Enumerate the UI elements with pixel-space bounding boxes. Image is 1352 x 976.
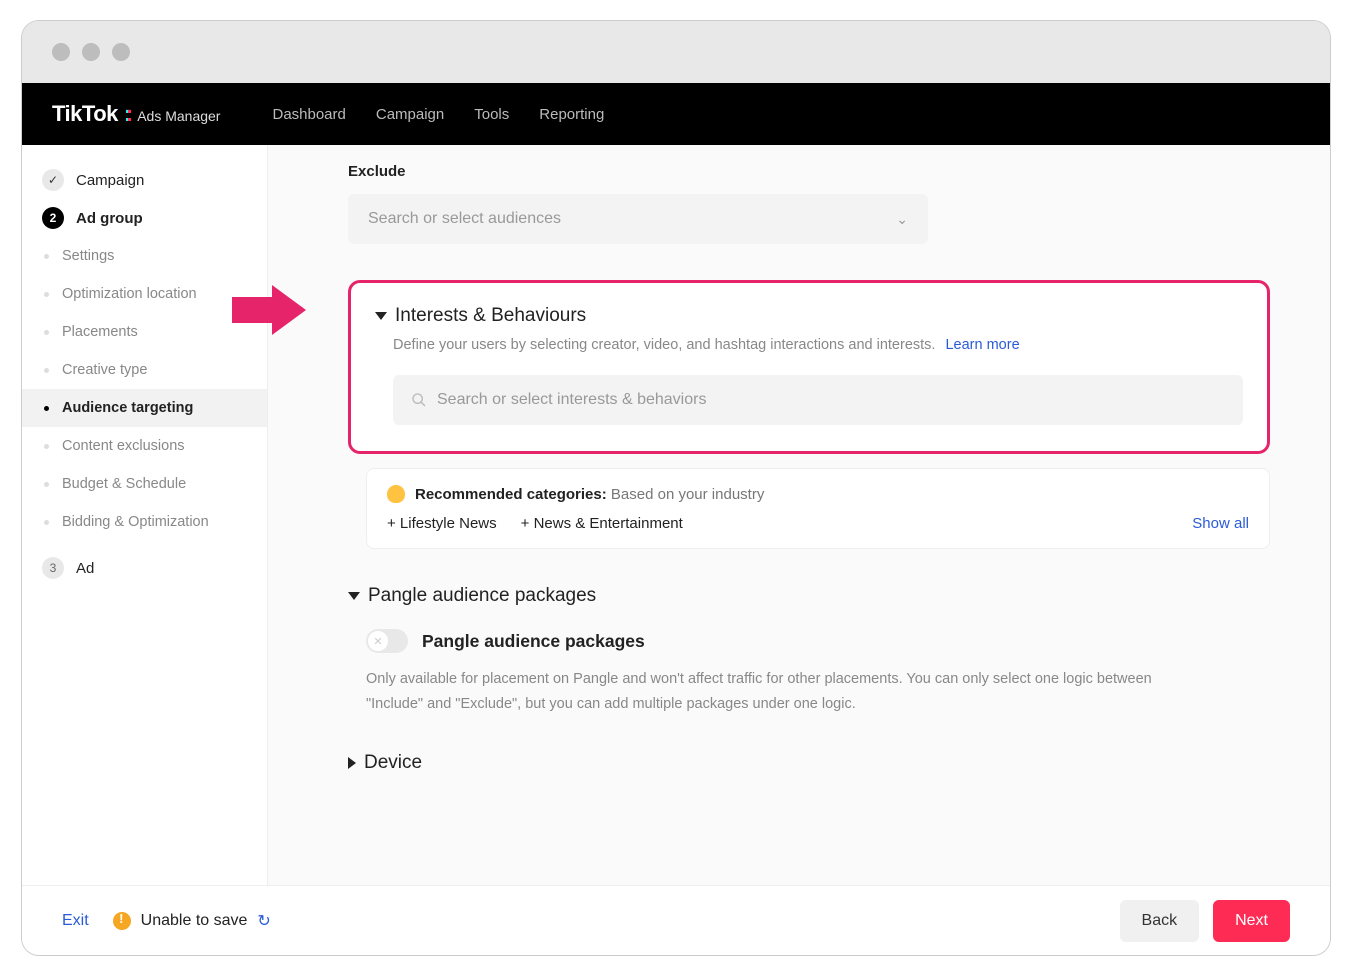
- learn-more-link[interactable]: Learn more: [945, 337, 1019, 353]
- brand-name: TikTok: [52, 101, 118, 127]
- exclude-section: Exclude Search or select audiences ⌄: [348, 163, 1270, 244]
- footer-bar: Exit Unable to save ↻ Back Next: [22, 885, 1330, 955]
- brand: TikTok: Ads Manager: [52, 101, 220, 127]
- step-campaign[interactable]: ✓ Campaign: [22, 161, 267, 199]
- toggle-label: Pangle audience packages: [422, 631, 645, 652]
- sidebar-item-creative-type[interactable]: Creative type: [22, 351, 267, 389]
- pangle-toggle[interactable]: ✕: [366, 629, 408, 653]
- nav-dashboard[interactable]: Dashboard: [272, 106, 345, 123]
- section-header[interactable]: Interests & Behaviours: [375, 305, 1243, 327]
- pangle-description: Only available for placement on Pangle a…: [366, 667, 1186, 716]
- warning-icon: [113, 912, 131, 930]
- browser-window: TikTok: Ads Manager Dashboard Campaign T…: [21, 20, 1331, 956]
- status-text: Unable to save: [141, 912, 248, 930]
- main-layout: ✓ Campaign 2 Ad group Settings Optimizat…: [22, 145, 1330, 885]
- window-dot: [112, 43, 130, 61]
- recommended-header: Recommended categories: Based on your in…: [387, 485, 1249, 503]
- sidebar-item-audience-targeting[interactable]: Audience targeting: [22, 389, 267, 427]
- recommended-chips-row: + Lifestyle News + News & Entertainment …: [387, 515, 1249, 532]
- sidebar-item-budget-schedule[interactable]: Budget & Schedule: [22, 465, 267, 503]
- main-content: Exclude Search or select audiences ⌄ Int…: [268, 145, 1330, 885]
- exit-link[interactable]: Exit: [62, 912, 89, 930]
- check-icon: ✓: [42, 169, 64, 191]
- interests-search-input[interactable]: Search or select interests & behaviors: [393, 375, 1243, 425]
- sidebar-item-placements[interactable]: Placements: [22, 313, 267, 351]
- section-description: Define your users by selecting creator, …: [393, 337, 1243, 353]
- sidebar-item-optimization-location[interactable]: Optimization location: [22, 275, 267, 313]
- exclude-label: Exclude: [348, 163, 1270, 180]
- search-icon: [411, 392, 427, 408]
- select-placeholder: Search or select audiences: [368, 210, 561, 228]
- step-label: Campaign: [76, 172, 144, 189]
- nav-campaign[interactable]: Campaign: [376, 106, 444, 123]
- sidebar: ✓ Campaign 2 Ad group Settings Optimizat…: [22, 145, 268, 885]
- nav-tools[interactable]: Tools: [474, 106, 509, 123]
- caret-down-icon: [375, 312, 387, 320]
- sidebar-item-settings[interactable]: Settings: [22, 237, 267, 275]
- brand-colon-icon: :: [124, 101, 131, 127]
- toggle-knob-off-icon: ✕: [368, 631, 388, 651]
- chip-row: + Lifestyle News + News & Entertainment: [387, 515, 683, 532]
- chip-lifestyle-news[interactable]: + Lifestyle News: [387, 515, 497, 532]
- footer-right: Back Next: [1120, 900, 1290, 942]
- section-header[interactable]: Device: [348, 752, 1270, 774]
- nav-reporting[interactable]: Reporting: [539, 106, 604, 123]
- lightbulb-icon: [387, 485, 405, 503]
- section-title: Pangle audience packages: [368, 585, 596, 607]
- top-nav: TikTok: Ads Manager Dashboard Campaign T…: [22, 83, 1330, 145]
- caret-right-icon: [348, 757, 356, 769]
- device-section: Device: [348, 752, 1270, 804]
- back-button[interactable]: Back: [1120, 900, 1200, 942]
- search-placeholder: Search or select interests & behaviors: [437, 391, 706, 409]
- step-number-badge: 3: [42, 557, 64, 579]
- section-header[interactable]: Pangle audience packages: [348, 585, 1270, 607]
- chevron-down-icon: ⌄: [896, 211, 908, 228]
- brand-sub: Ads Manager: [137, 108, 220, 124]
- nav-items: Dashboard Campaign Tools Reporting: [272, 106, 604, 123]
- step-ad[interactable]: 3 Ad: [22, 549, 267, 587]
- window-titlebar: [22, 21, 1330, 83]
- sidebar-item-bidding-optimization[interactable]: Bidding & Optimization: [22, 503, 267, 541]
- pangle-toggle-row: ✕ Pangle audience packages: [366, 629, 1270, 653]
- interests-behaviours-section: Interests & Behaviours Define your users…: [348, 280, 1270, 454]
- recommended-title: Recommended categories: Based on your in…: [415, 486, 764, 503]
- sidebar-item-content-exclusions[interactable]: Content exclusions: [22, 427, 267, 465]
- highlight-arrow-icon: [232, 285, 306, 335]
- pangle-section: Pangle audience packages ✕ Pangle audien…: [348, 585, 1270, 716]
- next-button[interactable]: Next: [1213, 900, 1290, 942]
- step-label: Ad group: [76, 210, 143, 227]
- step-label: Ad: [76, 560, 94, 577]
- step-number-badge: 2: [42, 207, 64, 229]
- step-adgroup[interactable]: 2 Ad group: [22, 199, 267, 237]
- exclude-audience-select[interactable]: Search or select audiences ⌄: [348, 194, 928, 244]
- section-title: Device: [364, 752, 422, 774]
- caret-down-icon: [348, 592, 360, 600]
- window-dot: [52, 43, 70, 61]
- section-title: Interests & Behaviours: [395, 305, 586, 327]
- recommended-categories-box: Recommended categories: Based on your in…: [366, 468, 1270, 549]
- show-all-link[interactable]: Show all: [1192, 515, 1249, 532]
- window-dot: [82, 43, 100, 61]
- chip-news-entertainment[interactable]: + News & Entertainment: [521, 515, 683, 532]
